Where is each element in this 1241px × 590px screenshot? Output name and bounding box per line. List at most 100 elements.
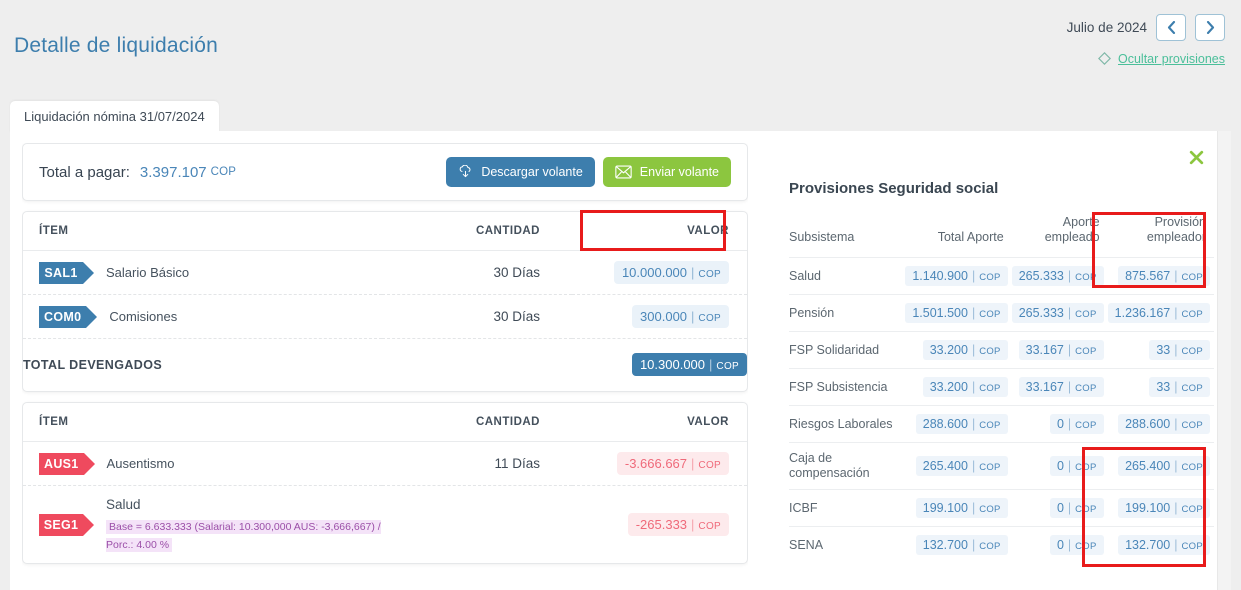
close-provisions-button[interactable] — [1186, 147, 1206, 167]
prov-currency: COP — [1181, 346, 1203, 357]
send-volante-label: Enviar volante — [639, 165, 719, 179]
item-code-badge: AUS1 — [39, 452, 94, 475]
item-value: -3.666.667 — [624, 456, 688, 471]
hide-provisions-link[interactable]: Ocultar provisiones — [1097, 51, 1225, 66]
prov-subsystem: SENA — [789, 526, 906, 563]
item-value-pill: -265.333 | COP — [627, 513, 729, 536]
item-quantity-unit: Días — [512, 309, 540, 324]
prov-currency: COP — [1181, 383, 1203, 394]
send-volante-button[interactable]: Enviar volante — [602, 157, 731, 187]
envelope-icon — [615, 165, 632, 179]
detail-surface: Total a pagar: 3.397.107 COP Descargar v… — [10, 131, 1231, 590]
prov-currency: COP — [1075, 504, 1097, 515]
earnings-col-quantity: CANTIDAD — [382, 212, 572, 251]
prov-employer-value: 288.600 — [1125, 417, 1171, 431]
prov-employer-pill: 265.400 | COP — [1118, 456, 1210, 476]
prov-currency: COP — [1075, 462, 1097, 473]
table-row: SENA 132.700 | COP 0 | COP 132.700 | COP — [789, 526, 1214, 563]
prov-employer-pill: 875.567 | COP — [1118, 266, 1210, 286]
item-currency: COP — [698, 269, 721, 280]
provisions-table: Subsistema Total Aporte Aporte empleado … — [789, 211, 1214, 563]
table-row: FSP Subsistencia 33.200 | COP 33.167 | COP 3… — [789, 368, 1214, 406]
earnings-card: ÍTEM CANTIDAD VALOR SAL1 Salario Básico — [22, 211, 748, 392]
earnings-col-item: ÍTEM — [23, 212, 382, 251]
prov-total-pill: 33.200 | COP — [922, 377, 1008, 397]
provisions-title: Provisiones Seguridad social — [789, 180, 999, 197]
page-title: Detalle de liquidación — [14, 34, 219, 57]
total-devengados-pill: 10.300.000 | COP — [631, 353, 747, 376]
prov-total-value: 265.400 — [922, 459, 968, 473]
item-currency: COP — [698, 313, 721, 324]
prov-currency: COP — [979, 272, 1001, 283]
prov-total-value: 1.140.900 — [912, 269, 968, 283]
next-period-button[interactable] — [1195, 14, 1225, 41]
value-separator: | — [691, 309, 695, 324]
table-row: Caja de compensación 265.400 | COP 0 | COP 2… — [789, 442, 1214, 490]
total-devengados-label: TOTAL DEVENGADOS — [23, 357, 163, 372]
total-devengados-currency: COP — [716, 361, 739, 372]
prov-employer-pill: 1.236.167 | COP — [1107, 303, 1210, 323]
prov-employer-value: 33 — [1156, 343, 1171, 357]
prov-subsystem: FSP Subsistencia — [789, 368, 906, 406]
item-quantity: 30 Días — [382, 294, 572, 339]
prov-employee-value: 0 — [1056, 501, 1064, 515]
prov-employer-pill: 33 | COP — [1149, 340, 1210, 360]
item-value-pill: -3.666.667 | COP — [616, 452, 729, 475]
prov-total-pill: 132.700 | COP — [915, 535, 1008, 555]
prov-col-provision-empleador: Provisión empleador — [1146, 215, 1206, 244]
prov-employee-pill: 33.167 | COP — [1018, 377, 1104, 397]
value-separator: | — [691, 265, 695, 280]
prov-total-pill: 33.200 | COP — [922, 340, 1008, 360]
vertical-scrollbar[interactable] — [1217, 131, 1231, 590]
prov-employee-pill: 0 | COP — [1049, 535, 1104, 555]
chevron-left-icon — [1167, 21, 1175, 34]
prov-employer-pill: 132.700 | COP — [1118, 535, 1210, 555]
item-value: -265.333 — [635, 517, 688, 532]
prov-currency: COP — [1181, 504, 1203, 515]
item-code-badge: SAL1 — [39, 261, 94, 284]
item-code-badge: COM0 — [39, 305, 98, 328]
prov-employee-pill: 265.333 | COP — [1011, 266, 1104, 286]
value-separator: | — [691, 517, 695, 532]
prov-currency: COP — [1075, 420, 1097, 431]
period-navigator: Julio de 2024 — [1067, 14, 1225, 41]
item-name: Salario Básico — [106, 265, 190, 280]
hide-provisions-label[interactable]: Ocultar provisiones — [1118, 52, 1225, 66]
tab-strip: Liquidación nómina 31/07/2024 — [10, 101, 219, 133]
item-quantity-number: 11 — [494, 456, 509, 471]
prov-employee-value: 0 — [1056, 538, 1064, 552]
previous-period-button[interactable] — [1156, 14, 1186, 41]
item-code-badge: SEG1 — [39, 513, 94, 536]
prov-currency: COP — [1075, 346, 1097, 357]
item-name: Salud — [106, 497, 141, 512]
table-row: AUS1 Ausentismo 11 Días -3.666.667 | COP — [23, 441, 747, 486]
item-calculation-note: Base = 6.633.333 (Salarial: 10.300,000 A… — [106, 520, 381, 552]
tag-icon — [1098, 52, 1111, 65]
item-name: Comisiones — [109, 309, 178, 324]
item-quantity: 11 Días — [382, 441, 572, 486]
provisions-body: Salud 1.140.900 | COP 265.333 | COP 875.567 |… — [789, 257, 1214, 563]
prov-currency: COP — [1075, 541, 1097, 552]
prov-employer-pill: 33 | COP — [1149, 377, 1210, 397]
prov-col-subsistema: Subsistema — [789, 230, 855, 244]
prov-subsystem: ICBF — [789, 489, 906, 527]
chevron-right-icon — [1206, 21, 1214, 34]
earnings-header-row: ÍTEM CANTIDAD VALOR — [23, 212, 747, 251]
download-volante-button[interactable]: Descargar volante — [446, 157, 595, 187]
prov-currency: COP — [1075, 383, 1097, 394]
prov-employee-value: 0 — [1056, 417, 1064, 431]
total-a-pagar-value: 3.397.107 — [139, 163, 207, 181]
prov-total-value: 132.700 — [922, 538, 968, 552]
total-summary-card: Total a pagar: 3.397.107 COP Descargar v… — [22, 143, 748, 201]
page-header: Detalle de liquidación Julio de 2024 Ocu… — [0, 0, 1241, 90]
total-devengados-value: 10.300.000 — [639, 357, 706, 372]
item-value: 10.000.000 — [621, 265, 688, 280]
item-quantity: 30 Días — [382, 250, 572, 295]
item-name: Ausentismo — [106, 456, 175, 471]
deductions-col-value: VALOR — [572, 403, 747, 442]
prov-subsystem: FSP Solidaridad — [789, 331, 906, 369]
prov-employer-value: 199.100 — [1125, 501, 1171, 515]
prov-currency: COP — [979, 462, 1001, 473]
item-value-pill: 300.000 | COP — [632, 305, 729, 328]
tab-liquidacion-nomina[interactable]: Liquidación nómina 31/07/2024 — [10, 101, 219, 133]
